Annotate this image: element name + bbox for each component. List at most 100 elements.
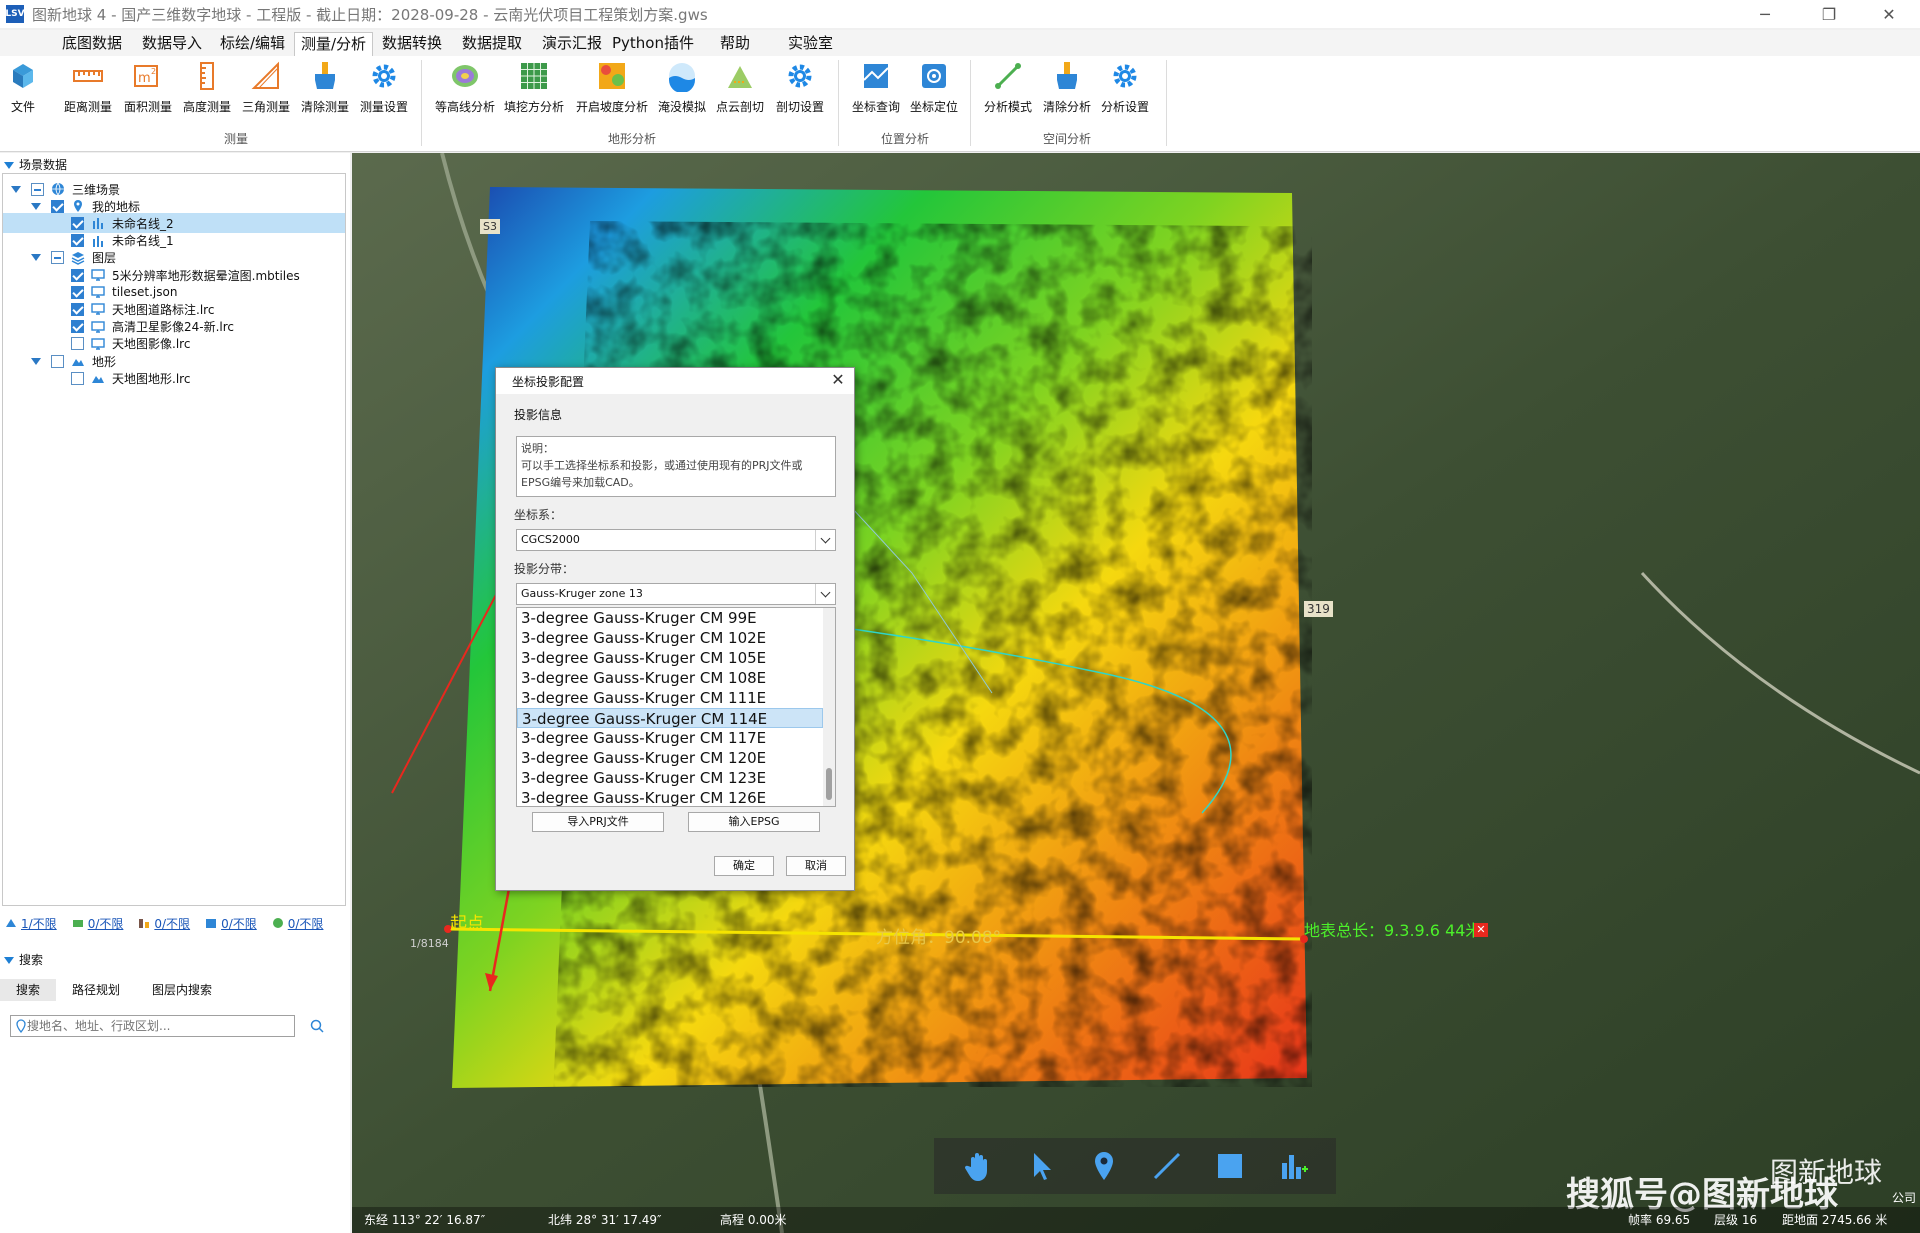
chart-icon [91,234,112,248]
contour-analysis-button[interactable]: 等高线分析 [432,60,498,124]
menu-tab-convert[interactable]: 数据转换 [376,32,448,56]
stat-placemarks[interactable]: 1/不限 [4,913,57,933]
tree-node[interactable]: 天地图地形.lrc [3,368,345,388]
expand-toggle-icon[interactable] [31,202,41,210]
expand-toggle-icon[interactable] [31,357,41,365]
select-pointer-icon[interactable] [1024,1149,1058,1183]
layer-checkbox[interactable] [71,268,84,282]
stat-vectors[interactable]: 0/不限 [204,913,257,933]
scrollbar-thumb[interactable] [826,768,832,800]
minimize-button[interactable]: ─ [1742,0,1788,28]
coord-query-label: 坐标查询 [851,100,900,114]
location-icon [16,1019,26,1033]
pointcloud-clip-button[interactable]: 点云剖切 [709,60,771,124]
menu-tab-present[interactable]: 演示汇报 [536,32,608,56]
slope-analysis-button[interactable]: 开启坡度分析 [574,60,650,124]
search-title: 搜索 [19,953,44,967]
cancel-button[interactable]: 取消 [786,856,846,876]
import-prj-button[interactable]: 导入PRJ文件 [532,812,664,832]
layer-checkbox[interactable] [71,320,84,334]
zone-option[interactable]: 3-degree Gauss-Kruger CM 117E [517,728,823,748]
layer-checkbox[interactable] [71,371,84,385]
chevron-down-icon[interactable] [815,530,835,550]
draw-polygon-icon[interactable] [1213,1149,1247,1183]
zone-option[interactable]: 3-degree Gauss-Kruger CM 105E [517,648,823,668]
triangle-measure-button[interactable]: 三角测量 [235,60,297,124]
draw-line-icon[interactable] [1150,1149,1184,1183]
clear-measure-button[interactable]: 清除测量 [294,60,356,124]
terrain-icon [71,354,92,368]
input-epsg-button[interactable]: 输入EPSG [688,812,820,832]
expand-toggle-icon[interactable] [31,254,41,262]
height-measure-button[interactable]: 高度测量 [176,60,238,124]
search-header[interactable]: 搜索 [4,951,43,968]
layer-checkbox[interactable] [71,302,84,316]
search-icon[interactable] [310,1019,324,1033]
layer-checkbox[interactable] [51,251,64,265]
layer-checkbox[interactable] [31,182,44,196]
dialog-close-button[interactable]: ✕ [828,370,848,390]
close-button[interactable]: ✕ [1866,0,1912,28]
tab-search[interactable]: 搜索 [0,979,57,1001]
ribbon-divider [970,60,971,146]
tab-layer-search[interactable]: 图层内搜索 [136,979,228,1001]
layer-checkbox[interactable] [51,199,64,213]
zone-value: Gauss-Kruger zone 13 [521,587,643,600]
clip-settings-button[interactable]: 剖切设置 [769,60,831,124]
coord-query-button[interactable]: 坐标查询 [845,60,907,124]
flood-sim-button[interactable]: 淹没模拟 [651,60,713,124]
measure-settings-button[interactable]: 测量设置 [353,60,415,124]
zone-option[interactable]: 3-degree Gauss-Kruger CM 102E [517,628,823,648]
chevron-down-icon[interactable] [815,584,835,604]
tree-node-label: 天地图道路标注.lrc [112,302,215,317]
menu-tab-draw-edit[interactable]: 标绘/编辑 [214,32,291,56]
zone-option[interactable]: 3-degree Gauss-Kruger CM 120E [517,748,823,768]
analysis-mode-button[interactable]: 分析模式 [977,60,1039,124]
zone-select[interactable]: Gauss-Kruger zone 13 [516,583,836,605]
coord-locate-button[interactable]: 坐标定位 [903,60,965,124]
analysis-settings-button[interactable]: 分析设置 [1094,60,1156,124]
menu-tab-lab[interactable]: 实验室 [782,32,839,56]
search-input[interactable] [27,1019,287,1033]
layer-checkbox[interactable] [71,216,84,230]
ok-button[interactable]: 确定 [714,856,774,876]
scrollbar[interactable] [823,608,835,806]
area-measure-button[interactable]: m2 面积测量 [117,60,179,124]
zone-option[interactable]: 3-degree Gauss-Kruger CM 126E [517,788,823,806]
layer-checkbox[interactable] [71,234,84,248]
zone-option[interactable]: 3-degree Gauss-Kruger CM 111E [517,688,823,708]
stat-buildings[interactable]: 0/不限 [137,913,190,933]
add-model-icon[interactable] [1276,1149,1310,1183]
monitor-icon [91,337,112,351]
pan-hand-icon[interactable] [961,1149,995,1183]
menu-tab-help[interactable]: 帮助 [714,32,756,56]
restore-button[interactable]: ❐ [1806,0,1852,28]
scene-data-header[interactable]: 场景数据 [4,156,67,173]
tree-node-label: 我的地标 [92,199,141,214]
cut-fill-button[interactable]: 填挖方分析 [503,60,565,124]
clear-analysis-button[interactable]: 清除分析 [1036,60,1098,124]
zone-option[interactable]: 3-degree Gauss-Kruger CM 108E [517,668,823,688]
menu-tab-extract[interactable]: 数据提取 [456,32,528,56]
zone-option[interactable]: 3-degree Gauss-Kruger CM 123E [517,768,823,788]
crs-select[interactable]: CGCS2000 [516,529,836,551]
scene-data-title: 场景数据 [19,158,68,172]
close-label-icon[interactable]: ✕ [1474,923,1488,937]
zone-option[interactable]: 3-degree Gauss-Kruger CM 99E [517,608,823,628]
expand-toggle-icon[interactable] [11,185,21,193]
distance-measure-button[interactable]: 距离测量 [57,60,119,124]
stat-terrain[interactable]: 0/不限 [271,913,323,933]
layer-checkbox[interactable] [71,337,84,351]
layer-checkbox[interactable] [71,285,84,299]
placemark-icon[interactable] [1087,1149,1121,1183]
projection-info-label: 投影信息 [514,408,563,422]
layer-checkbox[interactable] [51,354,64,368]
stat-models[interactable]: 0/不限 [71,913,123,933]
menu-tab-measure-analysis[interactable]: 测量/分析 [294,32,374,56]
menu-tab-import[interactable]: 数据导入 [136,32,208,56]
zone-option[interactable]: 3-degree Gauss-Kruger CM 114E [517,708,823,728]
menu-tab-python[interactable]: Python插件 [606,32,700,56]
file-button[interactable]: 文件 [0,60,52,124]
tab-route[interactable]: 路径规划 [56,979,136,1001]
menu-tab-basemap[interactable]: 底图数据 [56,32,128,56]
